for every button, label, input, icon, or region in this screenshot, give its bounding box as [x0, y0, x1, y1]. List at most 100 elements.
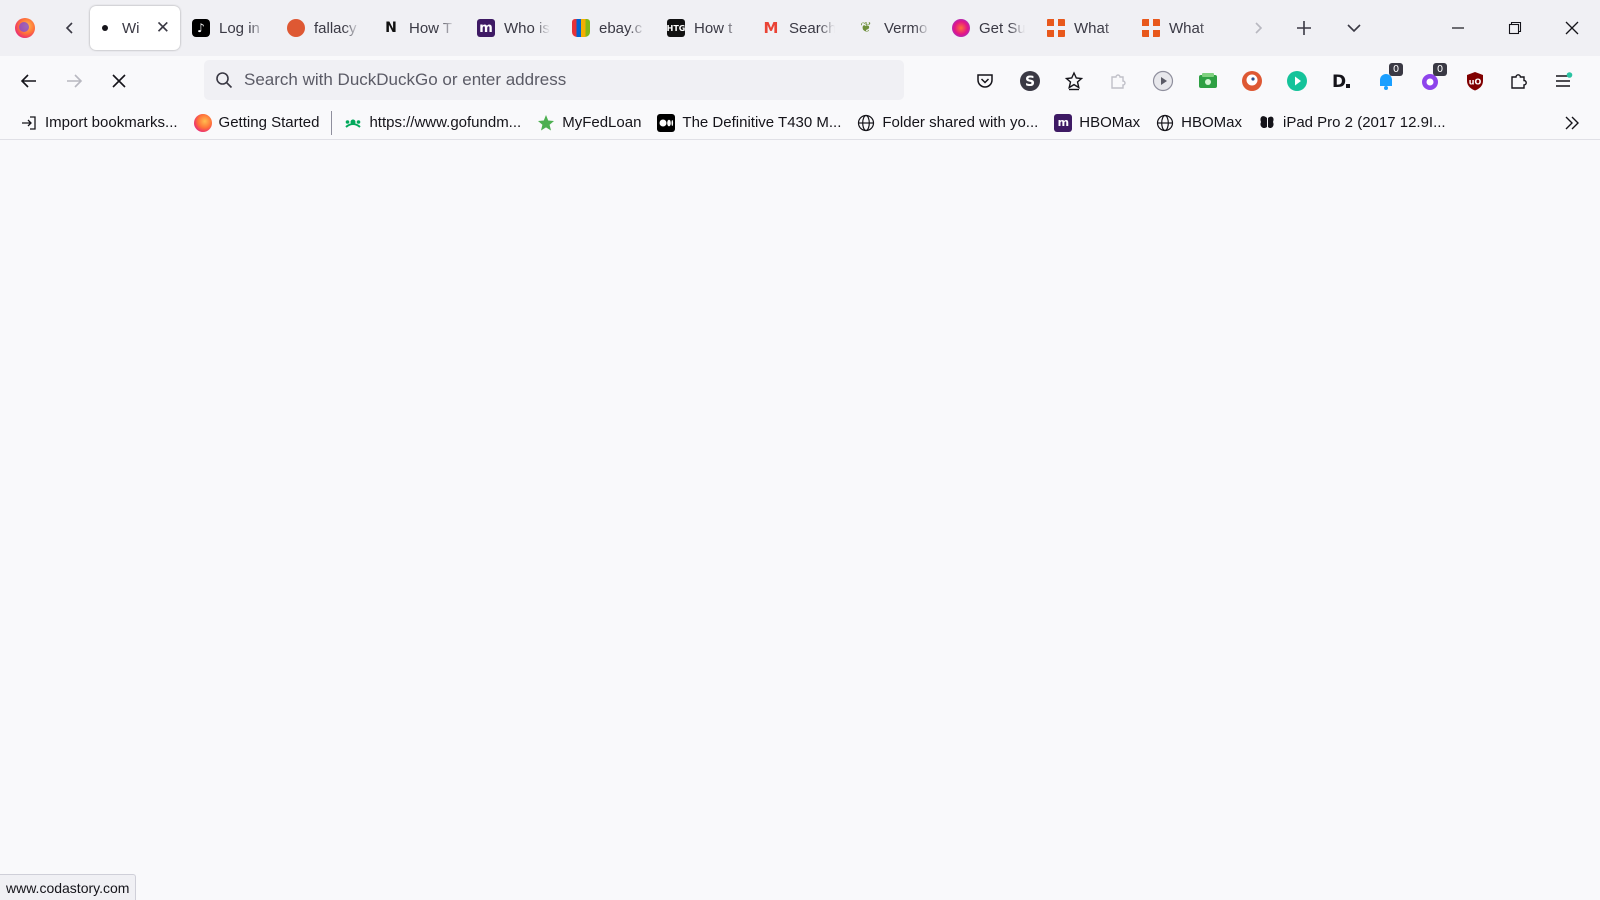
tab-title: Search	[789, 19, 835, 37]
tab-active[interactable]: Wi ✕	[90, 6, 180, 50]
hamburger-menu-icon	[1556, 72, 1573, 87]
extension-badge: 0	[1433, 63, 1447, 76]
tab-scroll-right-button[interactable]	[1238, 0, 1278, 56]
bookmark-hbomax-1[interactable]: m HBOMax	[1048, 109, 1146, 137]
restore-button[interactable]	[1487, 0, 1543, 56]
status-panel: www.codastory.com	[0, 874, 137, 900]
d-logo-icon: D	[1332, 72, 1350, 92]
page-content	[0, 141, 1600, 900]
bookmark-import[interactable]: Import bookmarks...	[14, 109, 184, 137]
bookmark-getting-started[interactable]: Getting Started	[188, 109, 326, 137]
back-button[interactable]	[11, 63, 47, 99]
chevron-left-icon	[65, 22, 73, 34]
app-menu-button[interactable]	[1549, 67, 1577, 95]
tab-nyt[interactable]: N How T	[372, 6, 465, 50]
new-tab-button[interactable]	[1284, 0, 1324, 56]
purple-extension-button[interactable]: 0	[1416, 63, 1447, 95]
tab-title: How t	[694, 19, 733, 37]
butterfly-icon	[1258, 114, 1276, 132]
play-circle-icon	[1152, 70, 1174, 92]
ublock-button[interactable]: uO	[1461, 67, 1489, 95]
s-logo-icon: S	[1020, 71, 1040, 91]
gofundme-icon	[344, 114, 362, 132]
stop-loading-button[interactable]	[101, 63, 137, 99]
status-url: www.codastory.com	[6, 879, 130, 896]
tab-fallacy[interactable]: fallacy	[277, 6, 370, 50]
bookmark-folder-shared[interactable]: Folder shared with yo...	[851, 109, 1044, 137]
bookmark-star-button[interactable]	[1060, 67, 1088, 95]
restore-icon	[1508, 21, 1522, 35]
extensions-button[interactable]	[1505, 67, 1533, 95]
globe-icon	[1156, 114, 1174, 132]
svg-text:uO: uO	[1469, 78, 1482, 87]
pocket-button[interactable]	[971, 67, 999, 95]
gmail-icon: M	[763, 19, 779, 37]
tab-title: What	[1074, 19, 1110, 37]
bookmark-label: HBOMax	[1079, 114, 1141, 131]
tab-strip: Wi ✕ ♪ Log in fallacy N How T m Who is e…	[0, 0, 1600, 56]
svg-text:S: S	[1025, 74, 1035, 90]
skype-extension-button[interactable]: S	[1016, 67, 1044, 95]
minimize-button[interactable]	[1430, 0, 1486, 56]
chevron-down-icon	[1347, 24, 1361, 33]
d-extension-button[interactable]: D	[1327, 67, 1355, 95]
ublock-shield-icon: uO	[1467, 72, 1483, 91]
blue-extension-button[interactable]: 0	[1372, 63, 1403, 95]
tab-ebay[interactable]: ebay.c	[562, 6, 655, 50]
bookmark-label: The Definitive T430 M...	[682, 114, 842, 131]
tab-list: Wi ✕ ♪ Log in fallacy N How T m Who is e…	[90, 0, 1227, 56]
grammarly-button[interactable]	[1283, 67, 1311, 95]
bookmark-gofundme[interactable]: https://www.gofundm...	[338, 109, 527, 137]
tab-what-1[interactable]: What	[1037, 6, 1130, 50]
forward-button[interactable]	[56, 63, 92, 99]
svg-text:D: D	[1332, 72, 1346, 92]
close-icon	[112, 74, 126, 88]
bookmark-myfedloan[interactable]: MyFedLoan	[531, 109, 647, 137]
bookmark-t430[interactable]: The Definitive T430 M...	[651, 109, 847, 137]
extension-disabled-button[interactable]	[1104, 67, 1132, 95]
money-icon	[1199, 73, 1217, 88]
bookmark-ipad-pro[interactable]: iPad Pro 2 (2017 12.9I...	[1252, 109, 1452, 137]
address-bar[interactable]	[204, 60, 904, 100]
list-all-tabs-button[interactable]	[1334, 0, 1374, 56]
grid-icon	[1142, 19, 1160, 37]
grid-icon	[1047, 19, 1065, 37]
double-chevron-right-icon	[1565, 116, 1579, 130]
tab-what-2[interactable]: What	[1132, 6, 1225, 50]
tab-tiktok[interactable]: ♪ Log in	[182, 6, 275, 50]
tab-howtogeek[interactable]: HTG How t	[657, 6, 750, 50]
tab-scroll-left-button[interactable]	[50, 0, 90, 56]
firefox-view-button[interactable]	[0, 0, 50, 56]
tab-title: How T	[409, 19, 453, 37]
plus-icon	[1297, 21, 1311, 35]
extension-badge: 0	[1389, 63, 1403, 76]
bookmarks-overflow-button[interactable]	[1558, 109, 1586, 137]
bookmarks-toolbar: Import bookmarks... Getting Started http…	[0, 106, 1600, 140]
arrow-left-icon	[20, 74, 36, 88]
bookmark-label: Folder shared with yo...	[882, 114, 1039, 131]
duckduckgo-extension-button[interactable]	[1238, 67, 1266, 95]
medium-icon	[657, 113, 676, 132]
tab-vermont[interactable]: ❦ Vermo	[847, 6, 940, 50]
bookmark-label: Import bookmarks...	[45, 114, 178, 131]
tab-firefox[interactable]: Get Su	[942, 6, 1035, 50]
import-icon	[20, 114, 38, 132]
vermont-icon: ❦	[860, 20, 872, 36]
green-extension-button[interactable]	[1194, 67, 1222, 95]
duckduckgo-icon	[287, 19, 305, 37]
navigation-toolbar: S D 0 0 uO	[0, 56, 1600, 106]
tiktok-icon: ♪	[192, 19, 210, 37]
bookmark-hbomax-2[interactable]: HBOMax	[1150, 109, 1248, 137]
tab-close-button[interactable]: ✕	[156, 18, 170, 38]
firefox-icon	[193, 113, 212, 132]
tab-gmail[interactable]: M Search	[752, 6, 845, 50]
url-input[interactable]	[244, 70, 904, 90]
howtogeek-icon: HTG	[667, 19, 685, 37]
close-window-button[interactable]	[1544, 0, 1600, 56]
arrow-right-icon	[67, 74, 83, 88]
tab-title: fallacy	[314, 19, 357, 37]
tab-meetup[interactable]: m Who is	[467, 6, 560, 50]
bookmark-label: MyFedLoan	[562, 114, 642, 131]
ebay-icon	[572, 19, 590, 37]
media-extension-button[interactable]	[1149, 67, 1177, 95]
